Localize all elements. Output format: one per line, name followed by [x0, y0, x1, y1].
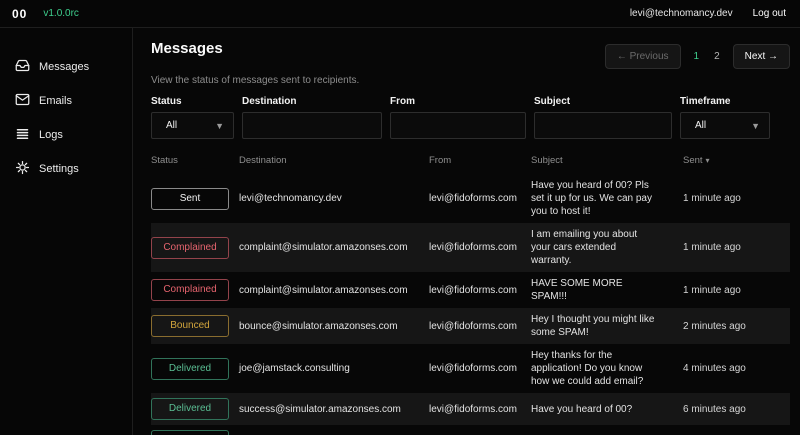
app-logo[interactable]: 00 [12, 7, 27, 21]
sent-cell: 1 minute ago [683, 241, 790, 254]
column-header-sent[interactable]: Sent▾ [683, 155, 790, 166]
status-badge: Bounced [151, 315, 229, 337]
sidebar: Messages Emails Logs Settings [0, 28, 133, 435]
chevron-down-icon: ▼ [751, 121, 760, 131]
envelope-icon [15, 92, 30, 110]
user-email: levi@technomancy.dev [630, 8, 733, 19]
sent-cell: 1 minute ago [683, 284, 790, 297]
column-header-subject: Subject [531, 155, 683, 166]
column-header-status: Status [151, 155, 239, 166]
destination-cell: complaint@simulator.amazonses.com [239, 241, 429, 254]
timeframe-filter-select[interactable]: All ▼ [680, 112, 770, 139]
from-cell: levi@fidoforms.com [429, 192, 531, 205]
page-subtitle: View the status of messages sent to reci… [151, 75, 790, 86]
destination-cell: joe@jamstack.consulting [239, 362, 429, 375]
previous-page-button[interactable]: ← Previous [605, 44, 681, 69]
table-header: Status Destination From Subject Sent▾ [151, 153, 790, 174]
sent-cell: 6 minutes ago [683, 403, 790, 416]
table-row[interactable]: Delivered success@simulator.amazonses.co… [151, 425, 790, 435]
page-title: Messages [151, 40, 223, 57]
sidebar-item-label: Settings [39, 163, 79, 175]
filter-bar: Status All ▼ Destination From Subject Ti… [151, 96, 790, 139]
inbox-icon [15, 58, 30, 76]
destination-cell: bounce@simulator.amazonses.com [239, 320, 429, 333]
sort-caret-icon: ▾ [706, 156, 710, 165]
from-filter-label: From [390, 96, 526, 107]
table-row[interactable]: Complained complaint@simulator.amazonses… [151, 272, 790, 308]
table-row[interactable]: Complained complaint@simulator.amazonses… [151, 223, 790, 272]
topbar: 00 v1.0.0rc levi@technomancy.dev Log out [0, 0, 800, 28]
status-badge: Delivered [151, 398, 229, 420]
sidebar-item-label: Emails [39, 95, 72, 107]
status-filter-value: All [166, 120, 177, 131]
subject-cell: Hey I thought you might like some SPAM! [531, 313, 683, 339]
status-badge: Complained [151, 279, 229, 301]
destination-filter-label: Destination [242, 96, 382, 107]
next-page-button[interactable]: Next → [733, 44, 790, 69]
version-label: v1.0.0rc [43, 8, 79, 19]
status-badge: Delivered [151, 430, 229, 435]
column-header-destination: Destination [239, 155, 429, 166]
timeframe-filter-value: All [695, 120, 706, 131]
subject-cell: Hey thanks for the application! Do you k… [531, 349, 683, 388]
from-cell: levi@fidoforms.com [429, 320, 531, 333]
logout-link[interactable]: Log out [753, 8, 786, 19]
table-row[interactable]: Delivered success@simulator.amazonses.co… [151, 393, 790, 425]
status-badge: Complained [151, 237, 229, 259]
messages-table: Status Destination From Subject Sent▾ Se… [151, 153, 790, 435]
table-body: Sent levi@technomancy.dev levi@fidoforms… [151, 174, 790, 435]
status-badge: Delivered [151, 358, 229, 380]
destination-cell: complaint@simulator.amazonses.com [239, 284, 429, 297]
from-cell: levi@fidoforms.com [429, 284, 531, 297]
sidebar-item-settings[interactable]: Settings [0, 152, 132, 186]
subject-cell: Have you heard of 00? Pls set it up for … [531, 179, 683, 218]
table-row[interactable]: Sent levi@technomancy.dev levi@fidoforms… [151, 174, 790, 223]
sidebar-item-label: Messages [39, 61, 89, 73]
sidebar-item-logs[interactable]: Logs [0, 118, 132, 152]
table-row[interactable]: Delivered joe@jamstack.consulting levi@f… [151, 344, 790, 393]
sidebar-item-label: Logs [39, 129, 63, 141]
table-row[interactable]: Bounced bounce@simulator.amazonses.com l… [151, 308, 790, 344]
sent-cell: 2 minutes ago [683, 320, 790, 333]
from-cell: levi@fidoforms.com [429, 241, 531, 254]
destination-cell: levi@technomancy.dev [239, 192, 429, 205]
sent-cell: 1 minute ago [683, 192, 790, 205]
destination-filter-input[interactable] [242, 112, 382, 139]
subject-cell: I am emailing you about your cars extend… [531, 228, 683, 267]
sidebar-item-emails[interactable]: Emails [0, 84, 132, 118]
logs-icon [15, 126, 30, 144]
destination-cell: success@simulator.amazonses.com [239, 403, 429, 416]
status-filter-label: Status [151, 96, 234, 107]
subject-cell: Have you heard of 00? [531, 403, 683, 416]
from-cell: levi@fidoforms.com [429, 362, 531, 375]
from-cell: levi@fidoforms.com [429, 403, 531, 416]
chevron-down-icon: ▼ [215, 121, 224, 131]
timeframe-filter-label: Timeframe [680, 96, 770, 107]
page-number-2[interactable]: 2 [712, 51, 722, 62]
from-filter-input[interactable] [390, 112, 526, 139]
subject-filter-label: Subject [534, 96, 672, 107]
sidebar-item-messages[interactable]: Messages [0, 50, 132, 84]
column-header-from: From [429, 155, 531, 166]
page-number-1[interactable]: 1 [692, 51, 702, 62]
sent-cell: 4 minutes ago [683, 362, 790, 375]
gear-icon [15, 160, 30, 178]
status-badge: Sent [151, 188, 229, 210]
main-content: Messages ← Previous 1 2 Next → View the … [133, 28, 800, 435]
status-filter-select[interactable]: All ▼ [151, 112, 234, 139]
pagination: ← Previous 1 2 Next → [605, 44, 790, 69]
subject-filter-input[interactable] [534, 112, 672, 139]
subject-cell: HAVE SOME MORE SPAM!!! [531, 277, 683, 303]
